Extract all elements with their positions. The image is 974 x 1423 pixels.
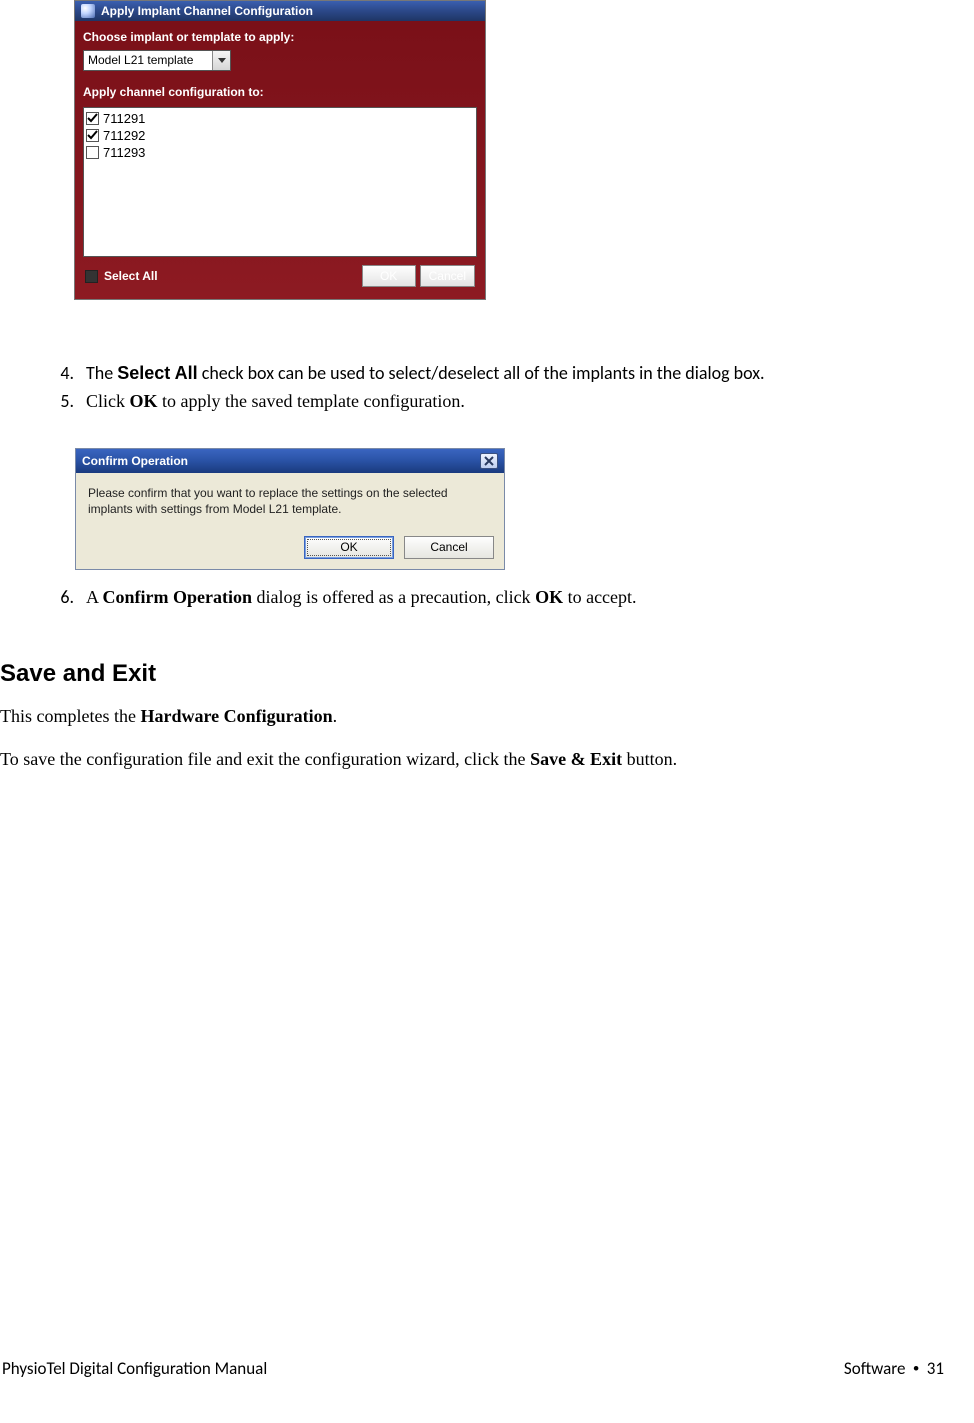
step-number: 6. [60,584,86,610]
step-number: 4. [60,360,86,386]
step-text: Click OK to apply the saved template con… [86,388,944,414]
save-and-exit-heading: Save and Exit [0,660,944,688]
step-number: 5. [60,388,86,414]
step-5: 5. Click OK to apply the saved template … [60,388,944,414]
page-footer: PhysioTel Digital Configuration Manual S… [2,1358,944,1379]
instruction-list: 6. A Confirm Operation dialog is offered… [60,584,944,610]
apply-implant-dialog: Apply Implant Channel Configuration Choo… [74,0,486,300]
paragraph: This completes the Hardware Configuratio… [0,704,944,729]
apply-config-label: Apply channel configuration to: [79,79,481,105]
list-item-label: 711293 [103,145,145,160]
footer-right: Software • 31 [844,1358,944,1379]
chevron-down-icon[interactable] [212,51,230,70]
app-icon [81,4,95,18]
paragraph: To save the configuration file and exit … [0,747,944,772]
checkbox-icon[interactable] [86,129,99,142]
footer-left: PhysioTel Digital Configuration Manual [2,1358,267,1379]
confirm-message: Please confirm that you want to replace … [76,473,504,529]
list-item-label: 711292 [103,128,145,143]
template-dropdown[interactable]: Model L21 template [83,50,231,71]
select-all-label: Select All [104,269,158,283]
close-icon[interactable] [480,453,498,469]
confirm-operation-dialog: Confirm Operation Please confirm that yo… [75,448,505,569]
cancel-button[interactable]: Cancel [404,536,494,559]
ok-button[interactable]: OK [362,265,416,287]
step-4: 4. The Select All check box can be used … [60,360,944,386]
select-all-checkbox[interactable]: Select All [85,269,158,283]
step-text: A Confirm Operation dialog is offered as… [86,584,944,610]
dialog-title: Apply Implant Channel Configuration [101,4,313,18]
step-6: 6. A Confirm Operation dialog is offered… [60,584,944,610]
cancel-button[interactable]: Cancel [420,265,475,287]
checkbox-icon[interactable] [86,146,99,159]
page-number: 31 [927,1358,944,1379]
instruction-list: 4. The Select All check box can be used … [60,360,944,414]
list-item[interactable]: 711293 [86,144,474,161]
bullet-icon: • [913,1359,919,1378]
list-item[interactable]: 711291 [86,110,474,127]
list-item[interactable]: 711292 [86,127,474,144]
dialog-titlebar[interactable]: Apply Implant Channel Configuration [75,1,485,21]
dropdown-value: Model L21 template [84,51,212,70]
dialog-titlebar[interactable]: Confirm Operation [76,449,504,473]
choose-template-label: Choose implant or template to apply: [79,24,481,50]
dialog-title: Confirm Operation [82,454,188,468]
checkbox-icon[interactable] [86,112,99,125]
implant-listbox[interactable]: 711291 711292 711293 [83,107,477,257]
step-text: The Select All check box can be used to … [86,360,944,386]
list-item-label: 711291 [103,111,145,126]
ok-button[interactable]: OK [304,536,394,559]
checkbox-icon[interactable] [85,270,98,283]
